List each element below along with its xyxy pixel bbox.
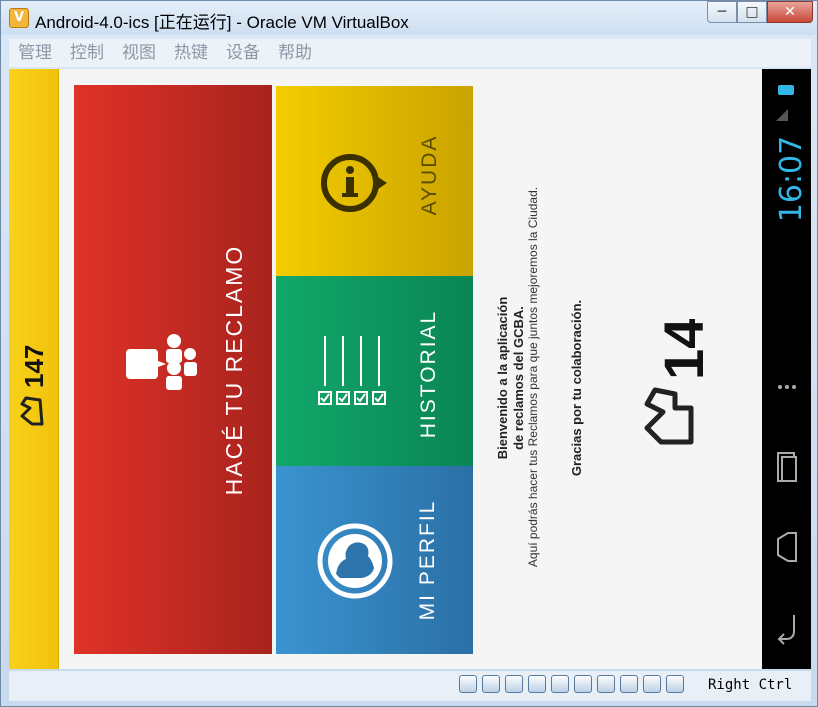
tile-hace-tu-reclamo[interactable]: HACÉ TU RECLAMO: [74, 85, 272, 654]
host-key-label: Right Ctrl: [708, 677, 793, 693]
cpu-icon[interactable]: [620, 675, 638, 693]
recent-apps-icon[interactable]: [774, 449, 800, 485]
menu-manage[interactable]: 管理: [9, 39, 61, 67]
title-bar: V Android-4.0-ics [正在运行] - Oracle VM Vir…: [1, 1, 817, 35]
maximize-button[interactable]: □: [737, 1, 767, 23]
ba-147-logo-icon: 147: [19, 345, 49, 426]
device-indicators: [459, 675, 684, 693]
tile-ayuda[interactable]: AYUDA: [276, 86, 473, 276]
back-icon[interactable]: [774, 609, 800, 645]
svg-text:147: 147: [19, 345, 49, 388]
window-controls: ─ □ ✕: [707, 1, 813, 23]
signal-icon: [776, 109, 788, 121]
overflow-menu-icon[interactable]: [774, 374, 800, 400]
profile-silhouette-icon: [317, 523, 393, 599]
tile-historial[interactable]: HISTORIAL: [276, 276, 473, 466]
hard-disk-icon[interactable]: [459, 675, 477, 693]
network-icon[interactable]: [597, 675, 615, 693]
battery-icon: [778, 85, 794, 95]
menu-control[interactable]: 控制: [61, 39, 113, 67]
tile-ayuda-label: AYUDA: [418, 134, 441, 216]
menu-devices[interactable]: 设备: [217, 39, 269, 67]
window-title: Android-4.0-ics [正在运行] - Oracle VM Virtu…: [35, 13, 409, 32]
tile-mi-perfil[interactable]: MI PERFIL: [276, 466, 473, 654]
welcome-thanks: Gracias por tu colaboración.: [569, 299, 584, 477]
group-people-icon: [126, 334, 197, 390]
android-system-bar: 16:07: [762, 69, 811, 669]
menu-view[interactable]: 视图: [113, 39, 165, 67]
menu-help[interactable]: 帮助: [269, 39, 321, 67]
ba-147-big-logo-icon: 147: [644, 319, 715, 445]
usb-icon[interactable]: [505, 675, 523, 693]
tile-historial-label: HISTORIAL: [417, 309, 440, 439]
svg-text:147: 147: [652, 319, 715, 380]
mouse-integration-icon[interactable]: [643, 675, 661, 693]
guest-screen[interactable]: 147 HACÉ TU RECLAMO AYUDA HISTORIAL MI P…: [9, 69, 811, 669]
welcome-line-3: Aquí podrás hacer tus Reclamos para que …: [526, 186, 540, 568]
menu-hotkeys[interactable]: 热键: [165, 39, 217, 67]
virtualbox-window: V Android-4.0-ics [正在运行] - Oracle VM Vir…: [0, 0, 818, 707]
tile-reclamo-label: HACÉ TU RECLAMO: [221, 244, 247, 496]
info-icon: [321, 154, 387, 212]
menu-bar: 管理 控制 视图 热键 设备 帮助: [9, 39, 811, 67]
optical-drive-icon[interactable]: [482, 675, 500, 693]
checklist-icon: [318, 336, 386, 405]
clock: 16:07: [774, 135, 809, 223]
virtualbox-app-icon: V: [9, 8, 29, 28]
display-icon[interactable]: [574, 675, 592, 693]
tile-perfil-label: MI PERFIL: [416, 499, 439, 621]
app-side-bar: 147: [9, 69, 59, 669]
keyboard-capture-icon[interactable]: [666, 675, 684, 693]
minimize-button[interactable]: ─: [707, 1, 737, 23]
home-icon[interactable]: [774, 529, 800, 565]
shared-folder-icon[interactable]: [551, 675, 569, 693]
edit-icon[interactable]: [528, 675, 546, 693]
vm-status-bar: Right Ctrl: [9, 671, 811, 701]
close-button[interactable]: ✕: [767, 1, 813, 23]
welcome-panel: Bienvenido a la aplicación de reclamos d…: [479, 89, 759, 649]
